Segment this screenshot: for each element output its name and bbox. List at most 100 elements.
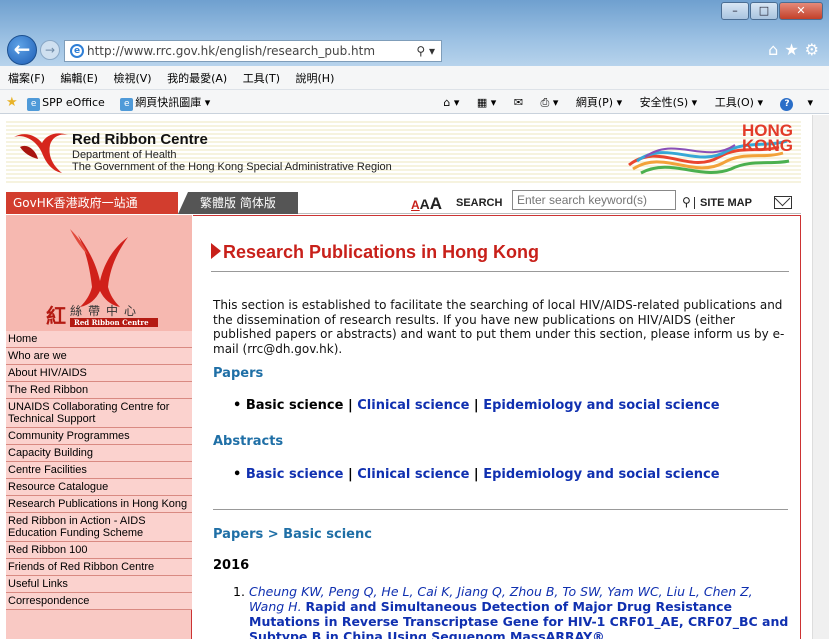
search-icon[interactable]: ⚲ [682, 195, 691, 209]
sidebar-item-capacity[interactable]: Capacity Building [6, 445, 192, 462]
sidebar-item-home[interactable]: Home [6, 331, 192, 348]
menu-file[interactable]: 檔案(F) [8, 72, 45, 85]
red-ribbon-logo [14, 133, 68, 173]
address-url: http://www.rrc.gov.hk/english/research_p… [87, 44, 376, 58]
menu-help[interactable]: 說明(H) [296, 72, 335, 85]
fav-webslice[interactable]: e 網頁快訊圖庫 ▾ [120, 96, 216, 111]
language-switch[interactable]: 繁體版 简体版 [178, 192, 298, 214]
gear-icon[interactable]: ⚙ [805, 40, 825, 59]
site-title: Red Ribbon Centre [72, 131, 208, 148]
command-bar: ⌂ ▾ ▦ ▾ ✉ ⎙ ▾ 網頁(P) ▾ 安全性(S) ▾ 工具(O) ▾ ?… [435, 94, 819, 111]
font-size-controls: AAA [411, 194, 442, 214]
ie-page-icon: e [70, 44, 84, 58]
font-medium-button[interactable]: A [420, 196, 430, 212]
sidebar: 紅 絲帶中心 Red Ribbon Centre Home Who are we… [6, 215, 192, 639]
fav-spp-label: SPP eOffice [42, 96, 105, 109]
menu-edit[interactable]: 編輯(E) [60, 72, 98, 85]
sidebar-menu: Home Who are we About HIV/AIDS The Red R… [6, 331, 192, 610]
papers-basic-current: Basic science [245, 398, 344, 413]
mail-icon[interactable]: ✉ [514, 96, 523, 109]
sidebar-item-red-ribbon[interactable]: The Red Ribbon [6, 382, 192, 399]
favorites-star-icon[interactable]: ★ [784, 40, 804, 59]
sidebar-item-about-hiv[interactable]: About HIV/AIDS [6, 365, 192, 382]
add-favorite-star-icon[interactable]: ★ [6, 95, 18, 110]
publication-number: 1. [233, 584, 245, 599]
govhk-link[interactable]: GovHK香港政府一站通 [6, 192, 178, 214]
sidebar-item-unaids[interactable]: UNAIDS Collaborating Centre for Technica… [6, 399, 192, 428]
separator: | [473, 467, 479, 482]
browser-menubar: 檔案(F) 編輯(E) 檢視(V) 我的最愛(A) 工具(T) 說明(H) [0, 66, 829, 90]
vertical-scrollbar[interactable] [812, 115, 829, 639]
cmd-safety[interactable]: 安全性(S) ▾ [640, 96, 698, 109]
papers-clinical-link[interactable]: Clinical science [357, 398, 469, 413]
maximize-button[interactable]: □ [750, 2, 778, 20]
feeds-icon[interactable]: ▦ ▾ [477, 96, 496, 109]
fav-webslice-label: 網頁快訊圖庫 ▾ [135, 96, 211, 109]
separator: | [347, 398, 353, 413]
papers-heading: Papers [213, 366, 264, 381]
page-viewport: Red Ribbon Centre Department of Health T… [0, 115, 812, 639]
cmd-page[interactable]: 網頁(P) ▾ [576, 96, 622, 109]
sitemap-link[interactable]: SITE MAP [694, 197, 752, 209]
print-icon[interactable]: ⎙ ▾ [541, 96, 559, 109]
page-title: Research Publications in Hong Kong [211, 242, 539, 263]
home-icon[interactable]: ⌂ [768, 40, 784, 59]
abstracts-heading: Abstracts [213, 434, 284, 449]
menu-favorites[interactable]: 我的最愛(A) [167, 72, 227, 85]
separator: | [347, 467, 353, 482]
close-button[interactable]: ✕ [779, 2, 823, 20]
favorites-bar: ★ e SPP eOffice e 網頁快訊圖庫 ▾ ⌂ ▾ ▦ ▾ ✉ ⎙ ▾ 網… [0, 90, 829, 114]
window-controls: – □ ✕ [720, 2, 823, 20]
back-button[interactable]: ← [7, 35, 37, 65]
publication-title[interactable]: Rapid and Simultaneous Detection of Majo… [249, 599, 788, 639]
forward-button[interactable]: → [40, 40, 60, 60]
abstracts-epi-link[interactable]: Epidemiology and social science [483, 467, 719, 482]
cmd-tools[interactable]: 工具(O) ▾ [715, 96, 763, 109]
sidebar-item-resource[interactable]: Resource Catalogue [6, 479, 192, 496]
sidebar-item-facilities[interactable]: Centre Facilities [6, 462, 192, 479]
fav-spp[interactable]: e SPP eOffice [27, 96, 111, 111]
sidebar-item-correspondence[interactable]: Correspondence [6, 593, 192, 610]
font-large-button[interactable]: A [430, 194, 442, 213]
abstracts-links: • Basic science | Clinical science | Epi… [233, 467, 720, 482]
browser-titlebar: – □ ✕ ← → e http://www.rrc.gov.hk/englis… [0, 0, 829, 66]
hk-line2: KONG [742, 136, 793, 155]
sidebar-item-in-action[interactable]: Red Ribbon in Action - AIDS Education Fu… [6, 513, 192, 542]
sidebar-item-rr100[interactable]: Red Ribbon 100 [6, 542, 192, 559]
home-menu-icon[interactable]: ⌂ ▾ [443, 96, 459, 109]
sidebar-item-who-are-we[interactable]: Who are we [6, 348, 192, 365]
top-nav-strip: GovHK香港政府一站通 繁體版 简体版 AAA SEARCH ⚲ SITE M… [6, 190, 801, 214]
site-government: The Government of the Hong Kong Special … [72, 161, 392, 173]
search-icon[interactable]: ⚲ ▾ [416, 41, 435, 61]
menu-view[interactable]: 檢視(V) [113, 72, 151, 85]
abstracts-clinical-link[interactable]: Clinical science [357, 467, 469, 482]
publication-item: 1. Cheung KW, Peng Q, He L, Cai K, Jiang… [233, 584, 789, 639]
minimize-button[interactable]: – [721, 2, 749, 20]
search-label: SEARCH [456, 197, 503, 209]
main-content: Research Publications in Hong Kong This … [193, 215, 801, 639]
title-divider [211, 271, 789, 272]
intro-text: This section is established to facilitat… [213, 298, 785, 356]
svg-text:絲帶中心: 絲帶中心 [70, 303, 142, 318]
papers-links: • Basic science | Clinical science | Epi… [233, 398, 720, 413]
help-dropdown-icon[interactable]: ▾ [807, 96, 813, 109]
red-ribbon-emblem-icon: 紅 絲帶中心 Red Ribbon Centre [46, 229, 158, 328]
address-bar[interactable]: e http://www.rrc.gov.hk/english/research… [64, 40, 442, 62]
svg-text:紅: 紅 [46, 304, 66, 328]
sidebar-item-community[interactable]: Community Programmes [6, 428, 192, 445]
menu-tools[interactable]: 工具(T) [243, 72, 280, 85]
help-icon[interactable]: ? [780, 98, 794, 111]
sidebar-item-links[interactable]: Useful Links [6, 576, 192, 593]
webpage-icon: e [120, 98, 134, 111]
abstracts-basic-link[interactable]: Basic science [246, 467, 344, 482]
sidebar-item-research[interactable]: Research Publications in Hong Kong [6, 496, 192, 513]
webpage-icon: e [27, 98, 41, 111]
papers-epi-link[interactable]: Epidemiology and social science [483, 398, 719, 413]
envelope-icon[interactable] [774, 196, 792, 209]
breadcrumb: Papers > Basic scienc [213, 527, 372, 542]
sidebar-item-friends[interactable]: Friends of Red Ribbon Centre [6, 559, 192, 576]
font-small-button[interactable]: A [411, 198, 420, 212]
site-search-input[interactable] [512, 190, 676, 210]
site-header: Red Ribbon Centre Department of Health T… [6, 121, 801, 185]
svg-text:Red Ribbon Centre: Red Ribbon Centre [74, 318, 149, 327]
